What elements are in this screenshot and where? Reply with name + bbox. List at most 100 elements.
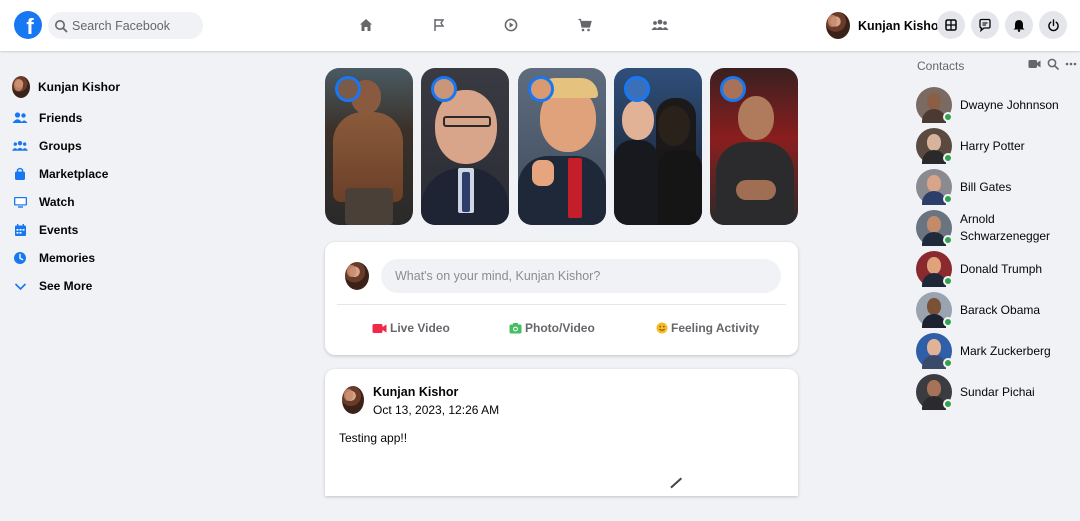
contacts-tools	[1028, 58, 1077, 70]
contacts-header: Contacts	[906, 56, 1080, 76]
contact-item[interactable]: Sundar Pichai	[916, 373, 1080, 411]
logo-letter: f	[26, 14, 34, 39]
search-icon[interactable]	[1047, 58, 1059, 70]
sidebar-item-watch[interactable]: Watch	[0, 188, 200, 216]
story-avatar	[528, 76, 554, 102]
messenger-button[interactable]	[971, 11, 999, 39]
contact-avatar	[916, 87, 953, 123]
sidebar-item-groups[interactable]: Groups	[0, 132, 200, 160]
story-avatar	[431, 76, 457, 102]
search-bar[interactable]	[48, 12, 203, 39]
contact-item[interactable]: Mark Zuckerberg	[916, 332, 1080, 370]
home-icon	[360, 19, 372, 31]
header-user-name: Kunjan Kishor	[858, 18, 944, 33]
contact-item[interactable]: Donald Trumph	[916, 250, 1080, 288]
story-card[interactable]	[325, 68, 413, 225]
sidebar-item-events[interactable]: Events	[0, 216, 200, 244]
post-text: Testing app!!	[339, 431, 408, 445]
contact-name: Harry Potter	[960, 138, 1025, 153]
sidebar-item-label: Events	[39, 223, 79, 237]
contact-name: Donald Trumph	[960, 261, 1043, 276]
feeling-activity-button[interactable]: Feeling Activity	[656, 319, 759, 337]
top-navbar: f Kunjan Kishor	[0, 0, 1080, 51]
nav-home[interactable]	[355, 14, 377, 36]
facebook-logo[interactable]: f	[14, 11, 42, 39]
composer-divider	[337, 304, 786, 305]
contact-avatar	[916, 169, 953, 205]
contact-item[interactable]: Bill Gates	[916, 168, 1080, 206]
online-indicator	[943, 153, 953, 163]
nav-marketplace[interactable]	[574, 14, 596, 36]
story-avatar	[720, 76, 746, 102]
video-camera-icon	[372, 323, 387, 333]
contacts-panel: Contacts Dwayne Johnnson Harry Potter Bi…	[906, 56, 1080, 410]
post-author-avatar[interactable]	[342, 386, 364, 414]
people-icon	[651, 19, 669, 30]
contact-item[interactable]: Harry Potter	[916, 127, 1080, 165]
sidebar-item-friends[interactable]: Friends	[0, 104, 200, 132]
watch-icon	[12, 194, 28, 210]
photo-video-button[interactable]: Photo/Video	[509, 319, 595, 337]
left-sidebar: Kunjan Kishor Friends Groups Marketplace…	[0, 70, 200, 300]
post-image-fragment	[670, 477, 682, 488]
notifications-button[interactable]	[1005, 11, 1033, 39]
contact-avatar	[916, 374, 953, 410]
events-icon	[12, 222, 28, 238]
chat-icon	[979, 18, 991, 32]
live-video-button[interactable]: Live Video	[372, 319, 450, 337]
story-card[interactable]	[518, 68, 606, 225]
action-label: Feeling Activity	[671, 321, 760, 335]
sidebar-item-label: See More	[39, 279, 93, 293]
sidebar-item-memories[interactable]: Memories	[0, 244, 200, 272]
menu-button[interactable]	[937, 11, 965, 39]
post-timestamp: Oct 13, 2023, 12:26 AM	[373, 403, 500, 417]
action-label: Live Video	[390, 321, 450, 335]
grid-icon	[945, 19, 957, 31]
contact-name: Mark Zuckerberg	[960, 343, 1051, 358]
story-card[interactable]	[421, 68, 509, 225]
stories-row	[325, 68, 798, 225]
memories-icon	[12, 250, 28, 266]
story-avatar	[335, 76, 361, 102]
online-indicator	[943, 235, 953, 245]
power-icon	[1047, 18, 1059, 31]
search-input[interactable]	[72, 18, 197, 33]
more-options-icon[interactable]	[1065, 62, 1077, 66]
logout-button[interactable]	[1039, 11, 1067, 39]
nav-pages[interactable]	[428, 14, 450, 36]
nav-watch[interactable]	[500, 14, 522, 36]
sidebar-item-marketplace[interactable]: Marketplace	[0, 160, 200, 188]
online-indicator	[943, 112, 953, 122]
photo-icon	[509, 322, 522, 333]
video-call-icon[interactable]	[1028, 59, 1041, 69]
sidebar-item-label: Groups	[39, 139, 82, 153]
contact-name: Dwayne Johnnson	[960, 97, 1059, 112]
story-card[interactable]	[710, 68, 798, 225]
online-indicator	[943, 317, 953, 327]
sidebar-item-see-more[interactable]: See More	[0, 272, 200, 300]
smiley-icon	[656, 322, 668, 334]
sidebar-item-profile[interactable]: Kunjan Kishor	[0, 70, 200, 104]
flag-icon	[434, 19, 445, 31]
contact-avatar	[916, 128, 953, 164]
contact-item[interactable]: Dwayne Johnnson	[916, 86, 1080, 124]
contact-name: Barack Obama	[960, 302, 1041, 317]
composer-avatar	[345, 262, 369, 290]
friends-icon	[12, 110, 28, 126]
sidebar-item-label: Watch	[39, 195, 75, 209]
user-avatar	[12, 76, 30, 98]
nav-groups[interactable]	[649, 14, 671, 36]
contact-avatar	[916, 292, 953, 328]
contact-item[interactable]: Barack Obama	[916, 291, 1080, 329]
contact-name: Sundar Pichai	[960, 384, 1035, 399]
status-input[interactable]	[381, 259, 781, 293]
post-author-name[interactable]: Kunjan Kishor	[373, 385, 458, 399]
online-indicator	[943, 194, 953, 204]
feed-post: Kunjan Kishor Oct 13, 2023, 12:26 AM Tes…	[325, 369, 798, 496]
chevron-down-icon	[12, 278, 28, 294]
story-card[interactable]	[614, 68, 702, 225]
contact-item[interactable]: Arnold Schwarzenegger	[916, 209, 1080, 247]
contact-name: Bill Gates	[960, 179, 1012, 194]
header-profile[interactable]: Kunjan Kishor	[826, 12, 943, 39]
bell-icon	[1013, 19, 1025, 32]
